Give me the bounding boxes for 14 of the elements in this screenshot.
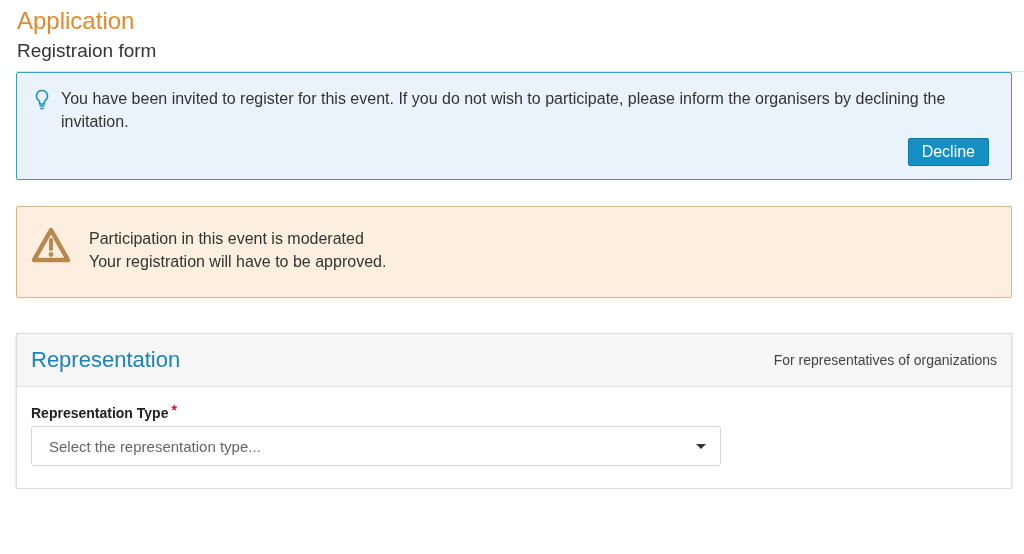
panel-note: For representatives of organizations <box>773 352 997 368</box>
alert-text: You have been invited to register for this event. If you do not wish to participate, please inform the organisers by declining the invitation. <box>61 89 947 132</box>
page-title: Application <box>17 6 136 36</box>
alert-text: Your registration will have to be approved. <box>89 252 388 272</box>
required-mark: * <box>171 405 177 415</box>
warning-icon <box>31 227 71 263</box>
alert-text: Participation in this event is moderated <box>89 229 365 249</box>
decline-button[interactable]: Decline <box>907 138 989 166</box>
lightbulb-icon <box>35 89 49 111</box>
form-subtitle: Registraion form <box>17 40 157 61</box>
field-label: Representation Type <box>31 405 169 421</box>
panel-title: Representation <box>31 347 181 373</box>
representation-type-select[interactable]: Select the representation type... <box>31 426 721 466</box>
caret-icon <box>696 443 706 449</box>
